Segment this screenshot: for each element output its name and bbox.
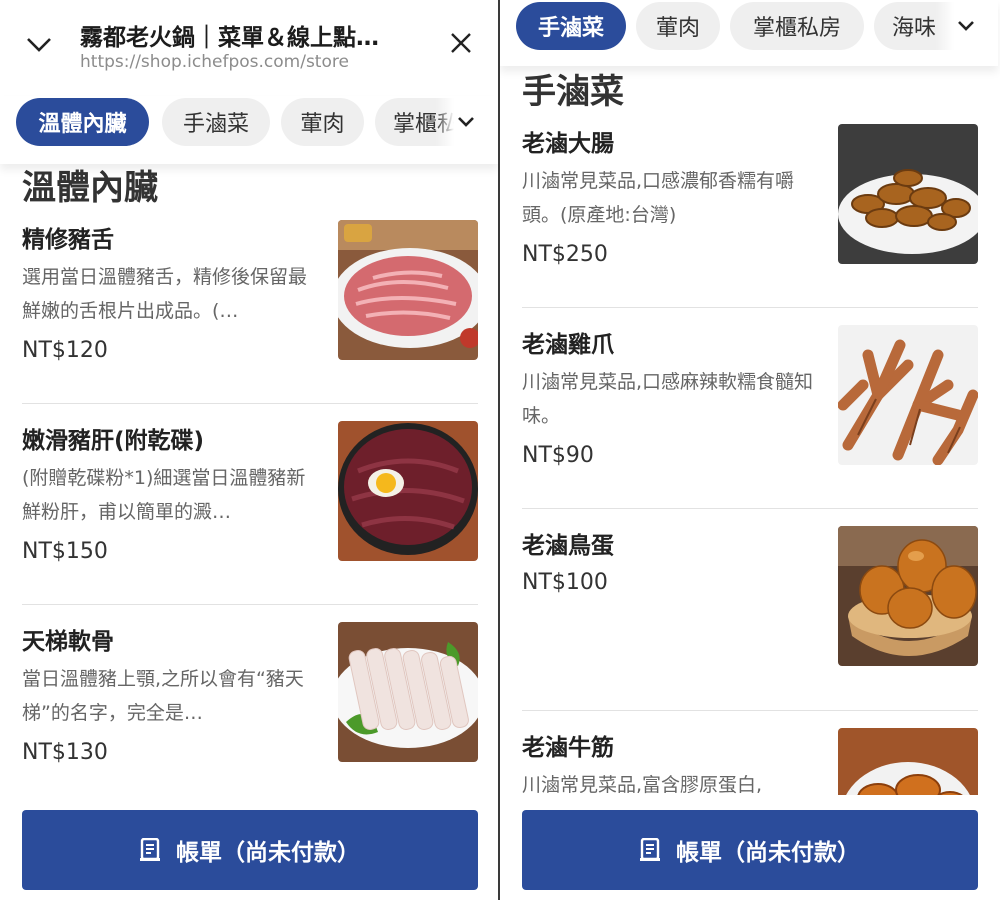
item-name: 天梯軟骨 [22, 629, 114, 655]
section-title: 溫體內臟 [22, 168, 158, 208]
bill-button-label: 帳單（尚未付款） [176, 840, 360, 866]
item-photo[interactable] [838, 325, 978, 465]
item-photo[interactable] [338, 622, 478, 762]
item-description: 川滷常見菜品,口感麻辣軟糯食髓知味。 [522, 371, 814, 427]
section-title: 手滷菜 [522, 72, 624, 112]
item-name: 老滷牛筋 [522, 735, 614, 761]
close-button[interactable] [444, 26, 478, 60]
menu-item[interactable]: 老滷鳥蛋 NT$100 [522, 526, 978, 726]
category-tab-bar: 溫體內臟 手滷菜 葷肉 掌櫃私 [0, 96, 498, 164]
menu-item[interactable]: 老滷大腸 川滷常見菜品,口感濃郁香糯有嚼頭。(原產地:台灣) NT$250 [522, 124, 978, 324]
receipt-icon [640, 838, 662, 862]
more-categories-button[interactable] [436, 98, 496, 146]
item-name: 老滷雞爪 [522, 332, 614, 358]
divider [522, 710, 978, 711]
sliced-pork-tongue-photo [338, 220, 478, 360]
item-name: 老滷大腸 [522, 131, 614, 157]
menu-item[interactable]: 精修豬舌 選用當日溫體豬舌，精修後保留最鮮嫩的舌根片出成品。(… NT$120 [22, 220, 478, 420]
item-price: NT$90 [522, 443, 594, 468]
item-description: 當日溫體豬上顎,之所以會有“豬天梯”的名字，完全是… [22, 668, 304, 724]
item-name: 嫩滑豬肝(附乾碟) [22, 428, 205, 454]
braised-quail-eggs-photo [838, 526, 978, 666]
chevron-down-icon [958, 21, 974, 31]
item-photo[interactable] [838, 124, 978, 264]
store-title: 霧都老火鍋｜菜單＆線上點… [80, 25, 379, 51]
item-name: 老滷鳥蛋 [522, 533, 614, 559]
item-price: NT$130 [22, 740, 108, 765]
item-description: 川滷常見菜品,口感濃郁香糯有嚼頭。(原產地:台灣) [522, 170, 795, 226]
braised-intestines-photo [838, 124, 978, 264]
item-description: 選用當日溫體豬舌，精修後保留最鮮嫩的舌根片出成品。(… [22, 266, 308, 322]
bill-button-label: 帳單（尚未付款） [676, 840, 860, 866]
item-photo[interactable] [338, 220, 478, 360]
page-header: 霧都老火鍋｜菜單＆線上點… https://shop.ichefpos.com/… [0, 0, 498, 96]
item-description: (附贈乾碟粉*1)細選當日溫體豬新鮮粉肝，甫以簡單的澱… [22, 467, 306, 523]
chevron-down-icon [458, 117, 474, 127]
category-tab-bar: 手滷菜 葷肉 掌櫃私房 海味 [500, 0, 998, 66]
item-price: NT$100 [522, 570, 608, 595]
item-photo[interactable] [338, 421, 478, 561]
item-price: NT$150 [22, 539, 108, 564]
receipt-icon [140, 838, 162, 862]
tab-category[interactable]: 葷肉 [281, 98, 364, 146]
collapse-button[interactable] [22, 28, 56, 62]
divider [522, 508, 978, 509]
item-price: NT$120 [22, 338, 108, 363]
item-price: NT$250 [522, 242, 608, 267]
left-screen: 溫體內臟 精修豬舌 選用當日溫體豬舌，精修後保留最鮮嫩的舌根片出成品。(… NT… [0, 0, 500, 900]
menu-item[interactable]: 老滷雞爪 川滷常見菜品,口感麻辣軟糯食髓知味。 NT$90 [522, 325, 978, 525]
bill-button[interactable]: 帳單（尚未付款） [522, 810, 978, 890]
menu-item[interactable]: 天梯軟骨 當日溫體豬上顎,之所以會有“豬天梯”的名字，完全是… NT$130 [22, 622, 478, 822]
item-photo[interactable] [838, 526, 978, 666]
tab-category[interactable]: 葷肉 [636, 2, 720, 50]
menu-item[interactable]: 嫩滑豬肝(附乾碟) (附贈乾碟粉*1)細選當日溫體豬新鮮粉肝，甫以簡單的澱… N… [22, 421, 478, 621]
more-categories-button[interactable] [936, 2, 996, 50]
right-screen: 手滷菜 老滷大腸 川滷常見菜品,口感濃郁香糯有嚼頭。(原產地:台灣) NT$25… [500, 0, 1000, 900]
pork-palate-cartilage-slices-photo [338, 622, 478, 762]
tab-category[interactable]: 掌櫃私房 [730, 2, 864, 50]
divider [22, 403, 478, 404]
raw-pork-liver-with-egg-yolk-photo [338, 421, 478, 561]
bill-button[interactable]: 帳單（尚未付款） [22, 810, 478, 890]
close-icon [451, 33, 471, 53]
chevron-down-icon [27, 38, 51, 52]
tab-category[interactable]: 手滷菜 [162, 98, 270, 146]
tab-category[interactable]: 溫體內臟 [16, 98, 149, 146]
item-name: 精修豬舌 [22, 227, 114, 253]
braised-chicken-feet-photo [838, 325, 978, 465]
tab-category[interactable]: 手滷菜 [516, 2, 626, 50]
divider [22, 604, 478, 605]
divider [522, 307, 978, 308]
store-url: https://shop.ichefpos.com/store [80, 52, 349, 72]
